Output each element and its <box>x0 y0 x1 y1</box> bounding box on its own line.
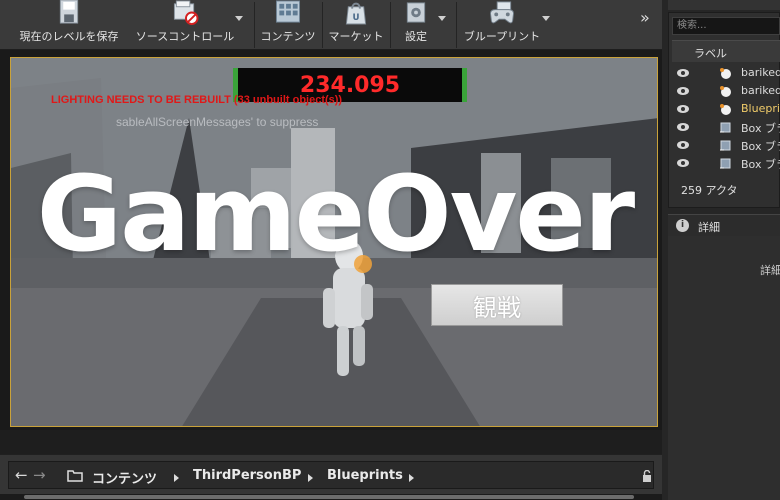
actor-sphere-icon <box>720 86 731 97</box>
outliner-row-label: bariked <box>741 66 780 79</box>
outliner-row-label: Bluepri <box>741 102 780 115</box>
crumb-content[interactable]: コンテンツ <box>92 468 157 487</box>
visibility-eye-icon[interactable] <box>676 68 690 78</box>
crumb-separator-icon[interactable] <box>174 474 179 482</box>
blueprints-label: ブループリント <box>463 30 541 43</box>
lock-icon[interactable] <box>641 470 653 482</box>
source-control-dropdown-icon[interactable] <box>235 16 243 21</box>
source-control-button[interactable]: ソースコントロール <box>130 0 240 50</box>
settings-button[interactable]: 設定 <box>392 0 440 50</box>
lighting-warning: LIGHTING NEEDS TO BE REBUILT (33 unbuilt… <box>51 94 343 106</box>
visibility-eye-icon[interactable] <box>676 122 690 132</box>
outliner-row[interactable]: bariked <box>672 64 780 82</box>
outliner-row-label: Box ブラ <box>741 158 780 171</box>
svg-text:U: U <box>352 13 359 23</box>
actor-sphere-icon <box>720 68 731 79</box>
folder-icon <box>67 470 83 482</box>
game-viewport[interactable]: 234.095 LIGHTING NEEDS TO BE REBUILT (33… <box>10 57 658 427</box>
blueprints-button[interactable]: ブループリント <box>458 0 546 50</box>
outliner-tab-strip <box>668 0 780 10</box>
game-over-title: GameOver <box>36 153 635 275</box>
toolbar-separator <box>456 2 457 48</box>
outliner-row[interactable]: Box ブラ <box>672 136 780 154</box>
settings-dropdown-icon[interactable] <box>438 16 446 21</box>
content-label: コンテンツ <box>260 30 316 43</box>
crumb-separator-icon[interactable] <box>409 474 414 482</box>
source-control-icon <box>173 0 199 25</box>
actor-count: 259 アクタ <box>681 184 738 197</box>
crumb-separator-icon[interactable] <box>308 474 313 482</box>
toolbar-overflow-icon[interactable]: » <box>640 8 650 27</box>
content-browser-bar: ← → コンテンツ ThirdPersonBP Blueprints <box>0 454 662 494</box>
toolbar-separator <box>254 2 255 48</box>
toolbar-separator <box>322 2 323 48</box>
toolbar-separator <box>390 2 391 48</box>
outliner-row-label: bariked <box>741 84 780 97</box>
back-arrow-icon[interactable]: ← <box>15 466 28 484</box>
outliner-label-header[interactable]: ラベル <box>672 40 780 62</box>
visibility-eye-icon[interactable] <box>676 158 690 168</box>
box-brush-icon <box>720 158 731 169</box>
visibility-eye-icon[interactable] <box>676 86 690 96</box>
settings-label: 設定 <box>405 30 427 43</box>
save-level-button[interactable]: 現在のレベルを保存 <box>10 0 128 50</box>
visibility-eye-icon[interactable] <box>676 104 690 114</box>
outliner-row[interactable]: bariked <box>672 82 780 100</box>
scrollbar-thumb[interactable] <box>24 495 634 499</box>
content-grid-icon <box>275 0 301 23</box>
details-tab-label: 詳細 <box>698 221 720 234</box>
source-control-label: ソースコントロール <box>135 30 235 43</box>
marketplace-button[interactable]: U マーケット <box>324 0 388 50</box>
settings-gear-icon <box>406 2 426 23</box>
label-header-text: ラベル <box>694 47 727 60</box>
details-panel: 詳細 <box>668 236 780 500</box>
visibility-eye-icon[interactable] <box>676 140 690 150</box>
blueprint-sphere-icon <box>720 104 731 115</box>
content-button[interactable]: コンテンツ <box>256 0 320 50</box>
outliner-row[interactable]: Box ブラ <box>672 154 780 172</box>
blueprint-gamepad-icon <box>489 1 515 24</box>
details-tab[interactable]: i 詳細 <box>668 214 780 236</box>
spectate-button[interactable]: 観戦 <box>431 284 563 326</box>
box-brush-icon <box>720 140 731 151</box>
details-body-text: 詳細 <box>760 264 780 277</box>
crumb-thirdpersonbp[interactable]: ThirdPersonBP <box>193 468 301 483</box>
blueprints-dropdown-icon[interactable] <box>542 16 550 21</box>
forward-arrow-icon[interactable]: → <box>33 466 46 484</box>
save-icon <box>59 0 79 24</box>
crumb-blueprints[interactable]: Blueprints <box>327 468 403 483</box>
box-brush-icon <box>720 122 731 133</box>
path-bar: ← → コンテンツ ThirdPersonBP Blueprints <box>8 461 654 489</box>
info-icon: i <box>676 219 689 232</box>
marketplace-bag-icon: U <box>345 2 367 25</box>
main-toolbar: 現在のレベルを保存 ソースコントロール コンテンツ U マーケット 設定 ブルー… <box>0 0 662 50</box>
outliner-row-label: Box ブラ <box>741 140 780 153</box>
outliner-row[interactable]: Box ブラ <box>672 118 780 136</box>
marketplace-label: マーケット <box>328 30 384 43</box>
content-scrollbar[interactable] <box>0 494 662 500</box>
outliner-row-label: Box ブラ <box>741 122 780 135</box>
suppress-hint: sableAllScreenMessages' to suppress <box>116 115 319 129</box>
outliner-search-input[interactable]: 検索... <box>672 17 780 35</box>
panel-splitter[interactable] <box>0 430 662 454</box>
outliner-row[interactable]: Bluepri <box>672 100 780 118</box>
save-level-label: 現在のレベルを保存 <box>19 30 119 43</box>
